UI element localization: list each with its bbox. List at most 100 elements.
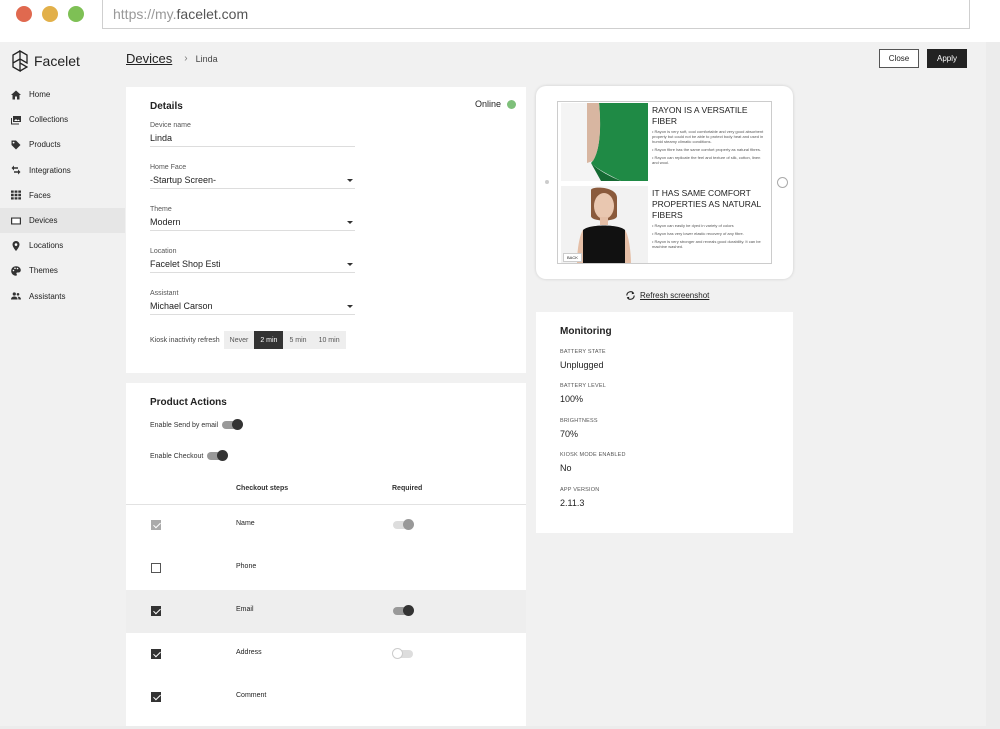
collections-icon xyxy=(11,115,21,125)
device-name-value: Linda xyxy=(150,133,173,143)
assistant-select[interactable]: Assistant Michael Carson xyxy=(150,290,355,315)
panel-1-bullet-2: • Rayon fibre has the same comfort prope… xyxy=(652,147,762,152)
breadcrumb-devices-link[interactable]: Devices xyxy=(126,51,172,66)
refresh-screenshot-link[interactable]: Refresh screenshot xyxy=(625,290,709,301)
send-email-toggle[interactable] xyxy=(222,419,244,430)
browser-chrome: https://my.facelet.com xyxy=(0,0,1000,42)
device-name-field[interactable]: Device name Linda xyxy=(150,122,355,147)
monitor-label: BRIGHTNESS xyxy=(560,418,598,424)
sidebar-item-themes[interactable]: Themes xyxy=(0,258,125,283)
email-required-toggle[interactable] xyxy=(393,605,414,616)
theme-select[interactable]: Theme Modern xyxy=(150,206,355,231)
sidebar-item-label: Devices xyxy=(29,216,58,226)
kiosk-option-5min[interactable]: 5 min xyxy=(283,331,313,349)
sidebar-item-faces[interactable]: Faces xyxy=(0,183,125,208)
phone-step-checkbox[interactable] xyxy=(151,563,161,573)
table-row: Email xyxy=(126,590,526,633)
checkout-toggle[interactable] xyxy=(207,450,229,461)
step-name: Phone xyxy=(236,563,257,570)
step-name: Comment xyxy=(236,692,267,699)
sidebar-item-integrations[interactable]: Integrations xyxy=(0,158,125,183)
panel-1-text: RAYON IS A VERSATILE FIBER • Rayon is ve… xyxy=(652,105,768,168)
tablet-home-button-icon xyxy=(777,177,788,188)
preview-panel-2: BACK IT HAS SAME COMFORT PROPERTIES AS N… xyxy=(561,186,768,263)
sidebar-item-label: Home xyxy=(29,90,51,100)
app-window: Facelet Home Collections Products Integr… xyxy=(0,42,986,726)
panel-2-bullet-1: • Rayon can easily be dyed in variety of… xyxy=(652,223,734,228)
send-email-row: Enable Send by email xyxy=(150,419,244,430)
window-maximize-dot[interactable] xyxy=(68,6,84,22)
logo-text: Facelet xyxy=(34,53,80,69)
sidebar-item-label: Integrations xyxy=(29,165,71,175)
email-step-checkbox[interactable] xyxy=(151,606,161,616)
monitor-label: BATTERY STATE xyxy=(560,349,606,355)
toggle-knob xyxy=(403,519,414,530)
app-logo[interactable]: Facelet xyxy=(12,48,80,74)
monitoring-card: Monitoring BATTERY STATE Unplugged BATTE… xyxy=(536,312,793,533)
palette-icon xyxy=(11,266,21,276)
app-version-item: APP VERSION 2.11.3 xyxy=(560,487,599,508)
assistant-value: Michael Carson xyxy=(150,301,213,311)
theme-dropdown[interactable]: Modern xyxy=(150,217,355,231)
sidebar-nav: Home Collections Products Integrations F… xyxy=(0,82,125,309)
theme-label: Theme xyxy=(150,206,172,213)
home-icon xyxy=(11,90,21,100)
monitor-value: 2.11.3 xyxy=(560,498,585,508)
address-bar[interactable]: https://my.facelet.com xyxy=(102,0,970,29)
caret-down-icon xyxy=(347,220,353,224)
close-button[interactable]: Close xyxy=(879,49,919,68)
kiosk-option-2min[interactable]: 2 min xyxy=(254,331,284,349)
sidebar-item-home[interactable]: Home xyxy=(0,82,125,107)
black-top-image: BACK xyxy=(561,186,648,263)
kiosk-refresh-row: Kiosk inactivity refresh Never 2 min 5 m… xyxy=(150,331,346,349)
preview-screen: RAYON IS A VERSATILE FIBER • Rayon is ve… xyxy=(557,101,772,264)
window-minimize-dot[interactable] xyxy=(42,6,58,22)
theme-value: Modern xyxy=(150,217,181,227)
apply-button[interactable]: Apply xyxy=(927,49,967,68)
monitoring-title: Monitoring xyxy=(560,326,612,337)
sidebar: Facelet Home Collections Products Integr… xyxy=(0,42,125,726)
status-dot-icon xyxy=(507,99,516,109)
home-face-dropdown[interactable]: -Startup Screen- xyxy=(150,175,355,189)
tablet-icon xyxy=(11,217,21,225)
toggle-knob xyxy=(403,605,414,616)
kiosk-option-never[interactable]: Never xyxy=(223,331,255,349)
people-icon xyxy=(11,292,21,300)
product-actions-card: Product Actions Enable Send by email Ena… xyxy=(126,383,526,726)
kiosk-option-10min[interactable]: 10 min xyxy=(312,331,346,349)
brightness-item: BRIGHTNESS 70% xyxy=(560,418,598,439)
home-face-select[interactable]: Home Face -Startup Screen- xyxy=(150,164,355,189)
sidebar-item-label: Collections xyxy=(29,115,69,125)
swap-icon xyxy=(11,165,21,175)
column-header-required: Required xyxy=(392,485,423,492)
panel-2-bullet-2: • Rayon has very lower elastic recovery … xyxy=(652,231,744,236)
comment-step-checkbox[interactable] xyxy=(151,692,161,702)
assistant-dropdown[interactable]: Michael Carson xyxy=(150,301,355,315)
sidebar-item-collections[interactable]: Collections xyxy=(0,107,125,132)
refresh-icon xyxy=(626,291,635,300)
name-required-toggle xyxy=(393,519,414,530)
url-host: facelet.com xyxy=(176,6,249,22)
facelet-logo-icon xyxy=(12,50,28,72)
sidebar-item-label: Products xyxy=(29,140,61,150)
window-close-dot[interactable] xyxy=(16,6,32,22)
status-badge: Online xyxy=(475,99,516,109)
kiosk-mode-item: KIOSK MODE ENABLED No xyxy=(560,452,626,473)
sidebar-item-assistants[interactable]: Assistants xyxy=(0,284,125,309)
device-name-input[interactable]: Linda xyxy=(150,133,355,147)
sidebar-item-locations[interactable]: Locations xyxy=(0,233,125,258)
sidebar-item-devices[interactable]: Devices xyxy=(0,207,125,234)
home-face-label: Home Face xyxy=(150,164,187,171)
address-step-checkbox[interactable] xyxy=(151,649,161,659)
table-row: Phone xyxy=(126,547,526,590)
location-select[interactable]: Location Facelet Shop Esti xyxy=(150,248,355,273)
back-button: BACK xyxy=(563,253,582,262)
table-row: Address xyxy=(126,633,526,676)
sidebar-item-products[interactable]: Products xyxy=(0,132,125,157)
panel-1-body: • Rayon is very soft, cool comfortable a… xyxy=(652,129,768,165)
caret-down-icon xyxy=(347,262,353,266)
monitor-label: APP VERSION xyxy=(560,487,600,493)
panel-1-bullet-1: • Rayon is very soft, cool comfortable a… xyxy=(652,129,764,144)
location-dropdown[interactable]: Facelet Shop Esti xyxy=(150,259,355,273)
address-required-toggle[interactable] xyxy=(392,648,413,659)
